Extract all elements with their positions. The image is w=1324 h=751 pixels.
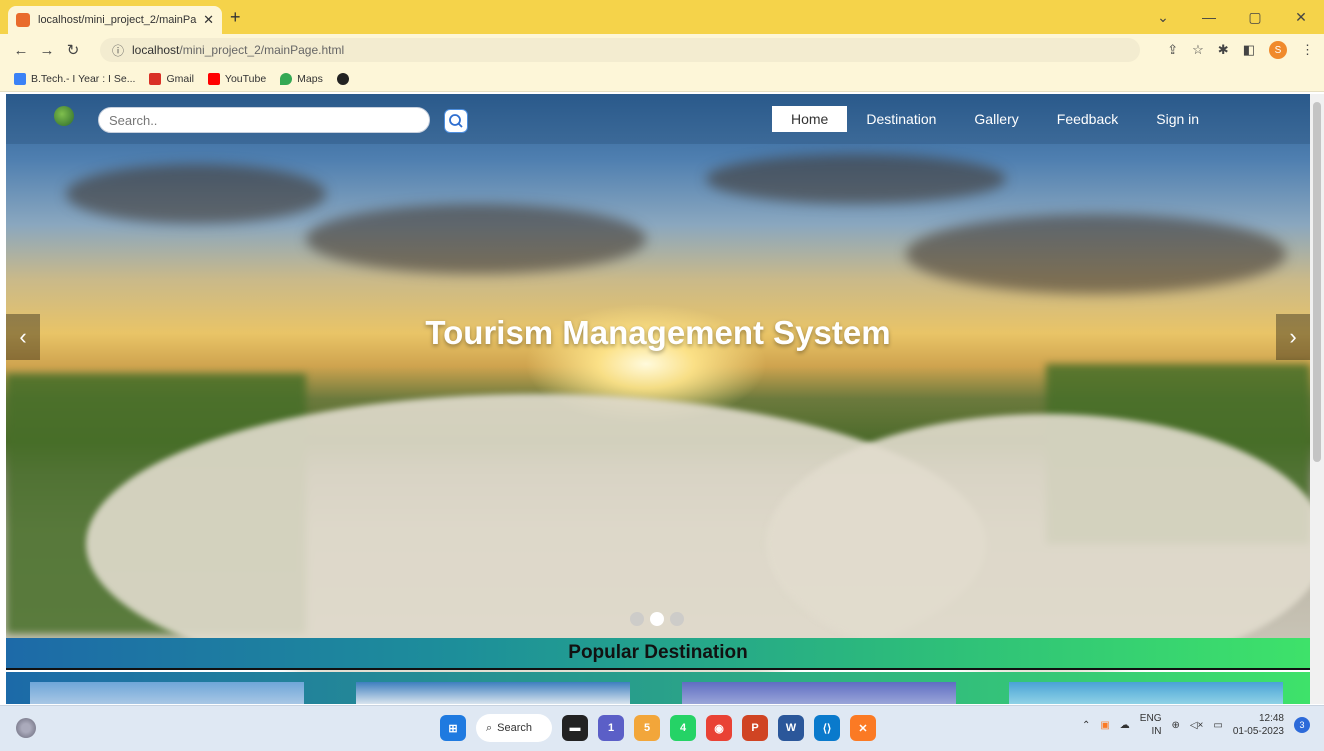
taskbar-search[interactable]: ⌕ Search	[476, 714, 552, 742]
nav-home[interactable]: Home	[772, 106, 848, 132]
battery-icon[interactable]: ▭	[1213, 720, 1222, 731]
weather-icon[interactable]	[16, 718, 36, 738]
language-indicator[interactable]: ENG IN	[1140, 712, 1162, 738]
forward-icon[interactable]: →	[34, 42, 60, 59]
page-scrollbar[interactable]	[1310, 94, 1324, 704]
search-icon: ⌕	[486, 721, 493, 734]
cloud-shape	[66, 164, 326, 224]
chrome-canary-icon[interactable]: 5	[634, 715, 660, 741]
whatsapp-icon[interactable]: 4	[670, 715, 696, 741]
bookmark-globe[interactable]	[336, 72, 349, 85]
globe-logo-icon[interactable]	[54, 106, 74, 126]
section-title: Popular Destination	[6, 638, 1310, 670]
bookmarks-bar: B.Tech.- I Year : I Se... Gmail YouTube …	[0, 66, 1324, 92]
hero-banner-image	[6, 94, 1310, 694]
carousel-indicators	[630, 612, 684, 626]
new-tab-icon[interactable]: +	[230, 7, 241, 28]
taskbar-apps: ⊞ ⌕ Search ▬ 1 5 4 ◉ P W ⟨⟩ ✕	[440, 714, 876, 742]
volume-muted-icon[interactable]: ◁×	[1190, 720, 1204, 731]
toolbar-actions: ⇪ ☆ ✱ ◧ S ⋮	[1167, 34, 1314, 66]
carousel-next-button[interactable]: ›	[1276, 314, 1310, 360]
site-navbar: Search.. Home Destination Gallery Feedba…	[6, 94, 1310, 144]
bookmark-maps[interactable]: Maps	[280, 72, 323, 85]
bookmark-gmail[interactable]: Gmail	[149, 72, 194, 85]
xampp-tray-icon[interactable]: ▣	[1100, 720, 1109, 731]
maps-icon	[280, 72, 293, 85]
carousel-prev-button[interactable]: ‹	[6, 314, 40, 360]
back-icon[interactable]: ←	[8, 42, 34, 59]
network-icon[interactable]: ⊕	[1171, 720, 1179, 731]
extensions-icon[interactable]: ✱	[1218, 42, 1229, 58]
classroom-icon	[14, 72, 26, 85]
clock[interactable]: 12:48 01-05-2023	[1233, 712, 1284, 738]
destination-card[interactable]	[682, 682, 956, 704]
chevron-up-icon[interactable]: ⌃	[1082, 720, 1090, 731]
road-shape	[766, 414, 1310, 674]
address-bar[interactable]: ⓘ localhost/mini_project_2/mainPage.html	[100, 38, 1140, 62]
bookmark-classroom[interactable]: B.Tech.- I Year : I Se...	[14, 72, 135, 85]
start-icon[interactable]: ⊞	[440, 715, 466, 741]
profile-avatar[interactable]: S	[1269, 41, 1287, 59]
vscode-icon[interactable]: ⟨⟩	[814, 715, 840, 741]
search-input[interactable]: Search..	[98, 107, 430, 133]
minimize-icon[interactable]: —	[1186, 9, 1232, 25]
browser-tab[interactable]: localhost/mini_project_2/mainPa ✕	[8, 6, 222, 34]
reload-icon[interactable]: ↻	[60, 41, 86, 59]
close-tab-icon[interactable]: ✕	[203, 12, 214, 28]
site-info-icon[interactable]: ⓘ	[112, 42, 124, 59]
web-page: Search.. Home Destination Gallery Feedba…	[6, 94, 1310, 704]
file-explorer-icon[interactable]: ▬	[562, 715, 588, 741]
search-button[interactable]	[444, 109, 468, 133]
nav-sign-in[interactable]: Sign in	[1137, 106, 1218, 132]
nav-gallery[interactable]: Gallery	[955, 106, 1037, 132]
destination-card[interactable]	[30, 682, 304, 704]
favicon-icon	[16, 13, 30, 27]
nav-feedback[interactable]: Feedback	[1038, 106, 1137, 132]
notification-badge[interactable]: 3	[1294, 717, 1310, 733]
main-nav: Home Destination Gallery Feedback Sign i…	[772, 106, 1218, 132]
browser-toolbar: ← → ↻ ⓘ localhost/mini_project_2/mainPag…	[0, 34, 1324, 66]
destination-cards	[6, 672, 1310, 704]
search-icon	[449, 114, 463, 128]
tab-title: localhost/mini_project_2/mainPa	[38, 14, 197, 26]
tab-search-icon[interactable]: ⌄	[1140, 9, 1186, 26]
teams-icon[interactable]: 1	[598, 715, 624, 741]
scrollbar-thumb[interactable]	[1313, 102, 1321, 462]
restore-icon[interactable]: ▢	[1232, 9, 1278, 26]
globe-icon	[336, 72, 349, 85]
url-host: localhost	[132, 43, 180, 57]
bookmark-star-icon[interactable]: ☆	[1192, 42, 1204, 58]
gmail-icon	[149, 72, 162, 85]
hero-title: Tourism Management System	[425, 314, 891, 351]
destination-card[interactable]	[1009, 682, 1283, 704]
window-controls: ⌄ — ▢ ✕	[1140, 0, 1324, 34]
tab-strip: localhost/mini_project_2/mainPa ✕ + ⌄ — …	[0, 0, 1324, 34]
youtube-icon	[207, 72, 220, 85]
menu-icon[interactable]: ⋮	[1301, 42, 1314, 58]
chrome-icon[interactable]: ◉	[706, 715, 732, 741]
word-icon[interactable]: W	[778, 715, 804, 741]
cloud-shape	[906, 214, 1286, 294]
cloud-shape	[706, 154, 1006, 204]
xampp-icon[interactable]: ✕	[850, 715, 876, 741]
system-tray: ⌃ ▣ ☁ ENG IN ⊕ ◁× ▭ 12:48 01-05-2023 3	[1082, 712, 1310, 738]
side-panel-icon[interactable]: ◧	[1243, 42, 1255, 58]
cloud-shape	[306, 204, 646, 274]
share-icon[interactable]: ⇪	[1167, 42, 1178, 58]
carousel-dot[interactable]	[650, 612, 664, 626]
destination-card[interactable]	[356, 682, 630, 704]
carousel-dot[interactable]	[630, 612, 644, 626]
close-window-icon[interactable]: ✕	[1278, 9, 1324, 26]
windows-taskbar: ⊞ ⌕ Search ▬ 1 5 4 ◉ P W ⟨⟩ ✕ ⌃ ▣ ☁ ENG IN…	[0, 705, 1324, 751]
nav-destination[interactable]: Destination	[847, 106, 955, 132]
url-path: /mini_project_2/mainPage.html	[179, 43, 345, 57]
carousel-dot[interactable]	[670, 612, 684, 626]
onedrive-icon[interactable]: ☁	[1120, 720, 1130, 731]
bookmark-youtube[interactable]: YouTube	[207, 72, 266, 85]
powerpoint-icon[interactable]: P	[742, 715, 768, 741]
